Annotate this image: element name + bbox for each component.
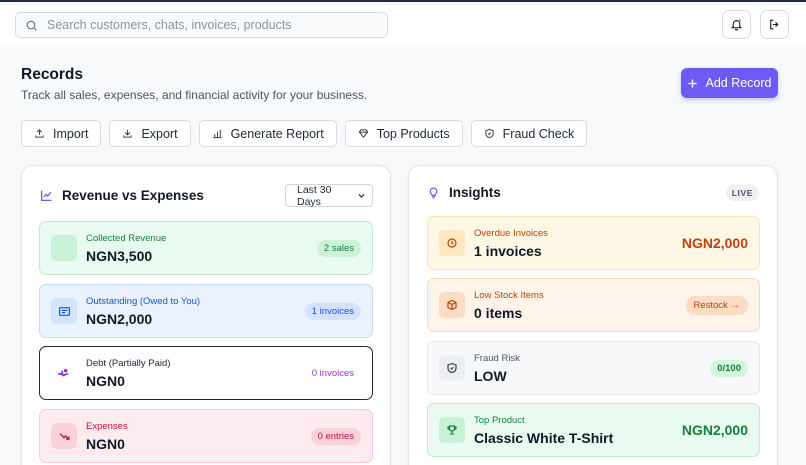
action-bar: Import Export Generate Report Top Produc… — [21, 120, 588, 147]
logout-icon — [770, 19, 779, 30]
logout-button[interactable] — [760, 10, 789, 39]
period-select-value: Last 30 Days — [297, 183, 332, 208]
bell-icon — [730, 19, 743, 31]
expenses-label: Expenses — [86, 420, 128, 432]
lightbulb-icon — [429, 187, 438, 198]
overdue-invoices-row[interactable]: Overdue Invoices 1 invoices NGN2,000 — [427, 216, 760, 270]
outstanding-label: Outstanding (Owed to You) — [86, 295, 201, 307]
outstanding-row[interactable]: Outstanding (Owed to You) NGN2,000 1 inv… — [39, 284, 373, 338]
debt-label: Debt (Partially Paid) — [86, 357, 171, 369]
low-stock-value: 0 items — [474, 304, 523, 321]
search-input[interactable] — [47, 18, 377, 32]
search-icon — [26, 20, 37, 31]
fraud-score-badge: 0/100 — [710, 359, 748, 377]
debt-row[interactable]: Debt (Partially Paid) NGN0 0 invoices — [39, 346, 373, 400]
import-label: Import — [53, 126, 89, 141]
hand-coins-icon — [51, 360, 77, 386]
restock-button[interactable]: Restock → — [685, 295, 748, 315]
overdue-invoices-label: Overdue Invoices — [474, 227, 548, 239]
revenue-card-header: Revenue vs Expenses — [40, 188, 204, 203]
fraud-check-label: Fraud Check — [502, 126, 575, 141]
upload-icon — [35, 129, 44, 138]
revenue-card-title: Revenue vs Expenses — [62, 188, 204, 203]
low-stock-row[interactable]: Low Stock Items 0 items Restock → — [427, 278, 760, 332]
insights-title: Insights — [449, 185, 501, 200]
page-subtitle: Track all sales, expenses, and financial… — [21, 88, 368, 102]
collected-revenue-value: NGN3,500 — [86, 247, 153, 264]
top-product-amount: NGN2,000 — [681, 422, 748, 438]
top-product-value: Classic White T-Shirt — [474, 429, 614, 446]
expenses-badge: 0 entries — [310, 427, 361, 445]
outstanding-value: NGN2,000 — [86, 310, 153, 327]
expenses-value: NGN0 — [86, 435, 125, 452]
download-icon — [123, 129, 133, 138]
trend-chart-icon — [40, 190, 52, 202]
add-record-label: Add Record — [705, 76, 772, 90]
trophy-icon — [439, 417, 465, 443]
trend-down-icon — [51, 423, 77, 449]
period-select[interactable]: Last 30 Days — [285, 183, 373, 208]
low-stock-label: Low Stock Items — [474, 289, 544, 301]
shield-check-icon — [439, 355, 465, 381]
live-badge: LIVE — [725, 185, 759, 201]
collected-revenue-label: Collected Revenue — [86, 232, 167, 244]
overdue-invoices-value: 1 invoices — [474, 242, 542, 259]
revenue-icon — [51, 235, 77, 261]
export-button[interactable]: Export — [109, 120, 191, 147]
collected-revenue-badge: 2 sales — [316, 239, 361, 257]
diamond-icon — [358, 129, 368, 138]
import-button[interactable]: Import — [21, 120, 102, 147]
export-label: Export — [141, 126, 178, 141]
top-product-row[interactable]: Top Product Classic White T-Shirt NGN2,0… — [427, 403, 760, 457]
shield-icon — [484, 128, 494, 139]
add-record-button[interactable]: Add Record — [681, 68, 778, 98]
overdue-invoices-amount: NGN2,000 — [681, 235, 748, 251]
insights-header: Insights — [427, 185, 501, 200]
notifications-button[interactable] — [722, 10, 751, 39]
top-bar — [0, 0, 806, 47]
search-box[interactable] — [15, 12, 388, 38]
outstanding-badge: 1 invoices — [304, 302, 361, 320]
fraud-risk-label: Fraud Risk — [474, 352, 520, 364]
plus-icon — [688, 78, 698, 88]
collected-revenue-row[interactable]: Collected Revenue NGN3,500 2 sales — [39, 221, 373, 275]
bar-chart-icon — [212, 129, 222, 139]
top-product-label: Top Product — [474, 414, 525, 426]
top-products-label: Top Products — [376, 126, 450, 141]
insights-card: Insights LIVE Overdue Invoices 1 invoice… — [408, 165, 778, 465]
receipt-icon — [51, 298, 77, 324]
fraud-risk-value: LOW — [474, 367, 507, 384]
fraud-check-button[interactable]: Fraud Check — [470, 120, 588, 147]
clock-icon — [439, 230, 465, 256]
box-icon — [439, 292, 465, 318]
chevron-down-icon — [358, 194, 365, 198]
debt-badge: 0 invoices — [311, 367, 354, 379]
generate-report-label: Generate Report — [230, 126, 324, 141]
page-title: Records — [21, 66, 84, 83]
revenue-expenses-card: Revenue vs Expenses Last 30 Days Collect… — [21, 165, 391, 465]
debt-value: NGN0 — [86, 372, 125, 389]
generate-report-button[interactable]: Generate Report — [198, 120, 337, 147]
expenses-row[interactable]: Expenses NGN0 0 entries — [39, 409, 373, 463]
top-products-button[interactable]: Top Products — [344, 120, 463, 147]
fraud-risk-row[interactable]: Fraud Risk LOW 0/100 — [427, 341, 760, 395]
